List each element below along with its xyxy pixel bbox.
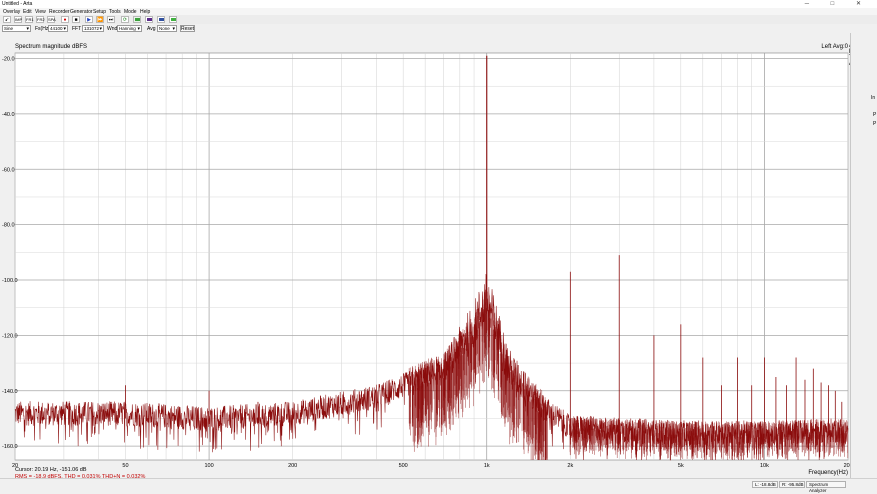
- green-box-icon[interactable]: [169, 16, 177, 23]
- title-bar: Untitled - Arta ─ □ ✕: [0, 0, 877, 8]
- fft-select[interactable]: 131072: [82, 25, 104, 32]
- window-title: Untitled - Arta: [2, 1, 33, 7]
- fft-label: FFT: [72, 26, 82, 32]
- x-tick-label: 500: [399, 463, 408, 469]
- fr2-icon[interactable]: FR2: [36, 16, 45, 23]
- spectrum-chart[interactable]: Spectrum magnitude dBFS Left Avg:0 -20.0…: [0, 33, 853, 478]
- x-tick-label: 1k: [484, 463, 490, 469]
- y-tick-label: -100.0: [2, 278, 18, 284]
- right-panel-label-p2: P: [873, 121, 877, 127]
- stop-icon[interactable]: ■: [72, 16, 80, 23]
- spa-icon[interactable]: SPA: [47, 16, 56, 23]
- y-tick-label: -60.0: [2, 167, 15, 173]
- signal-select[interactable]: Sine: [2, 25, 31, 32]
- right-panel-label-p1: P: [873, 112, 877, 118]
- green-rect-icon[interactable]: [133, 16, 141, 23]
- cursor-readout: Cursor: 20.19 Hz, -151.06 dB: [15, 467, 87, 473]
- y-tick-label: -40.0: [2, 112, 15, 118]
- status-left-level: L: -18.8dB: [752, 481, 778, 488]
- x-axis-labels: 20501002005001k2k5k10k20k: [12, 463, 853, 469]
- right-panel: In P P: [850, 33, 877, 478]
- y-tick-label: -160.0: [2, 444, 18, 450]
- window-select[interactable]: Hanning: [117, 25, 142, 32]
- x-tick-label: 100: [204, 463, 213, 469]
- purple-rect-icon[interactable]: [145, 16, 153, 23]
- window-controls[interactable]: ─ □ ✕: [805, 0, 871, 7]
- x-tick-label: 50: [122, 463, 128, 469]
- y-tick-label: -80.0: [2, 223, 15, 229]
- y-tick-label: -140.0: [2, 389, 18, 395]
- end-icon[interactable]: ⏭: [107, 16, 115, 23]
- record-icon[interactable]: ●: [61, 16, 69, 23]
- play-icon[interactable]: ▶: [85, 16, 93, 23]
- right-panel-label-in: In: [871, 95, 876, 101]
- fr1-icon[interactable]: FR1: [25, 16, 34, 23]
- pointer-icon[interactable]: ➹: [3, 16, 11, 23]
- fs-select[interactable]: 44100: [48, 25, 68, 32]
- reset-button[interactable]: Reset: [180, 25, 195, 32]
- x-tick-label: 5k: [678, 463, 684, 469]
- x-tick-label: 200: [288, 463, 297, 469]
- fast-forward-icon[interactable]: ⏩: [96, 16, 104, 23]
- loop-icon[interactable]: ⟳: [121, 16, 129, 23]
- chart-title: Spectrum magnitude dBFS: [15, 44, 87, 50]
- status-bar: L: -18.8dB R: -95.8dB Spectrum Analyzer: [0, 478, 877, 493]
- status-right-level: R: -95.8dB: [779, 481, 805, 488]
- status-mode: Spectrum Analyzer: [806, 481, 846, 493]
- control-bar: Sine Fs(Hz) 44100 FFT 131072 Wnd Hanning…: [0, 24, 877, 33]
- menu-bar: Overlay Edit View Recorder Generator Set…: [0, 8, 877, 15]
- wnd-label: Wnd: [107, 26, 118, 32]
- avg-select[interactable]: None: [157, 25, 177, 32]
- spectrum-plot-area: Spectrum magnitude dBFS Left Avg:0 -20.0…: [0, 33, 853, 480]
- x-axis-title: Frequency(Hz): [808, 470, 848, 476]
- x-tick-label: 2k: [567, 463, 573, 469]
- avg-label: Avg: [147, 26, 156, 32]
- ir-icon[interactable]: IMP: [14, 16, 22, 23]
- y-tick-label: -20.0: [2, 57, 15, 63]
- x-tick-label: 10k: [760, 463, 769, 469]
- y-tick-label: -120.0: [2, 333, 18, 339]
- blue-rect-icon[interactable]: [157, 16, 165, 23]
- channel-avg-status: Left Avg:0: [821, 44, 848, 50]
